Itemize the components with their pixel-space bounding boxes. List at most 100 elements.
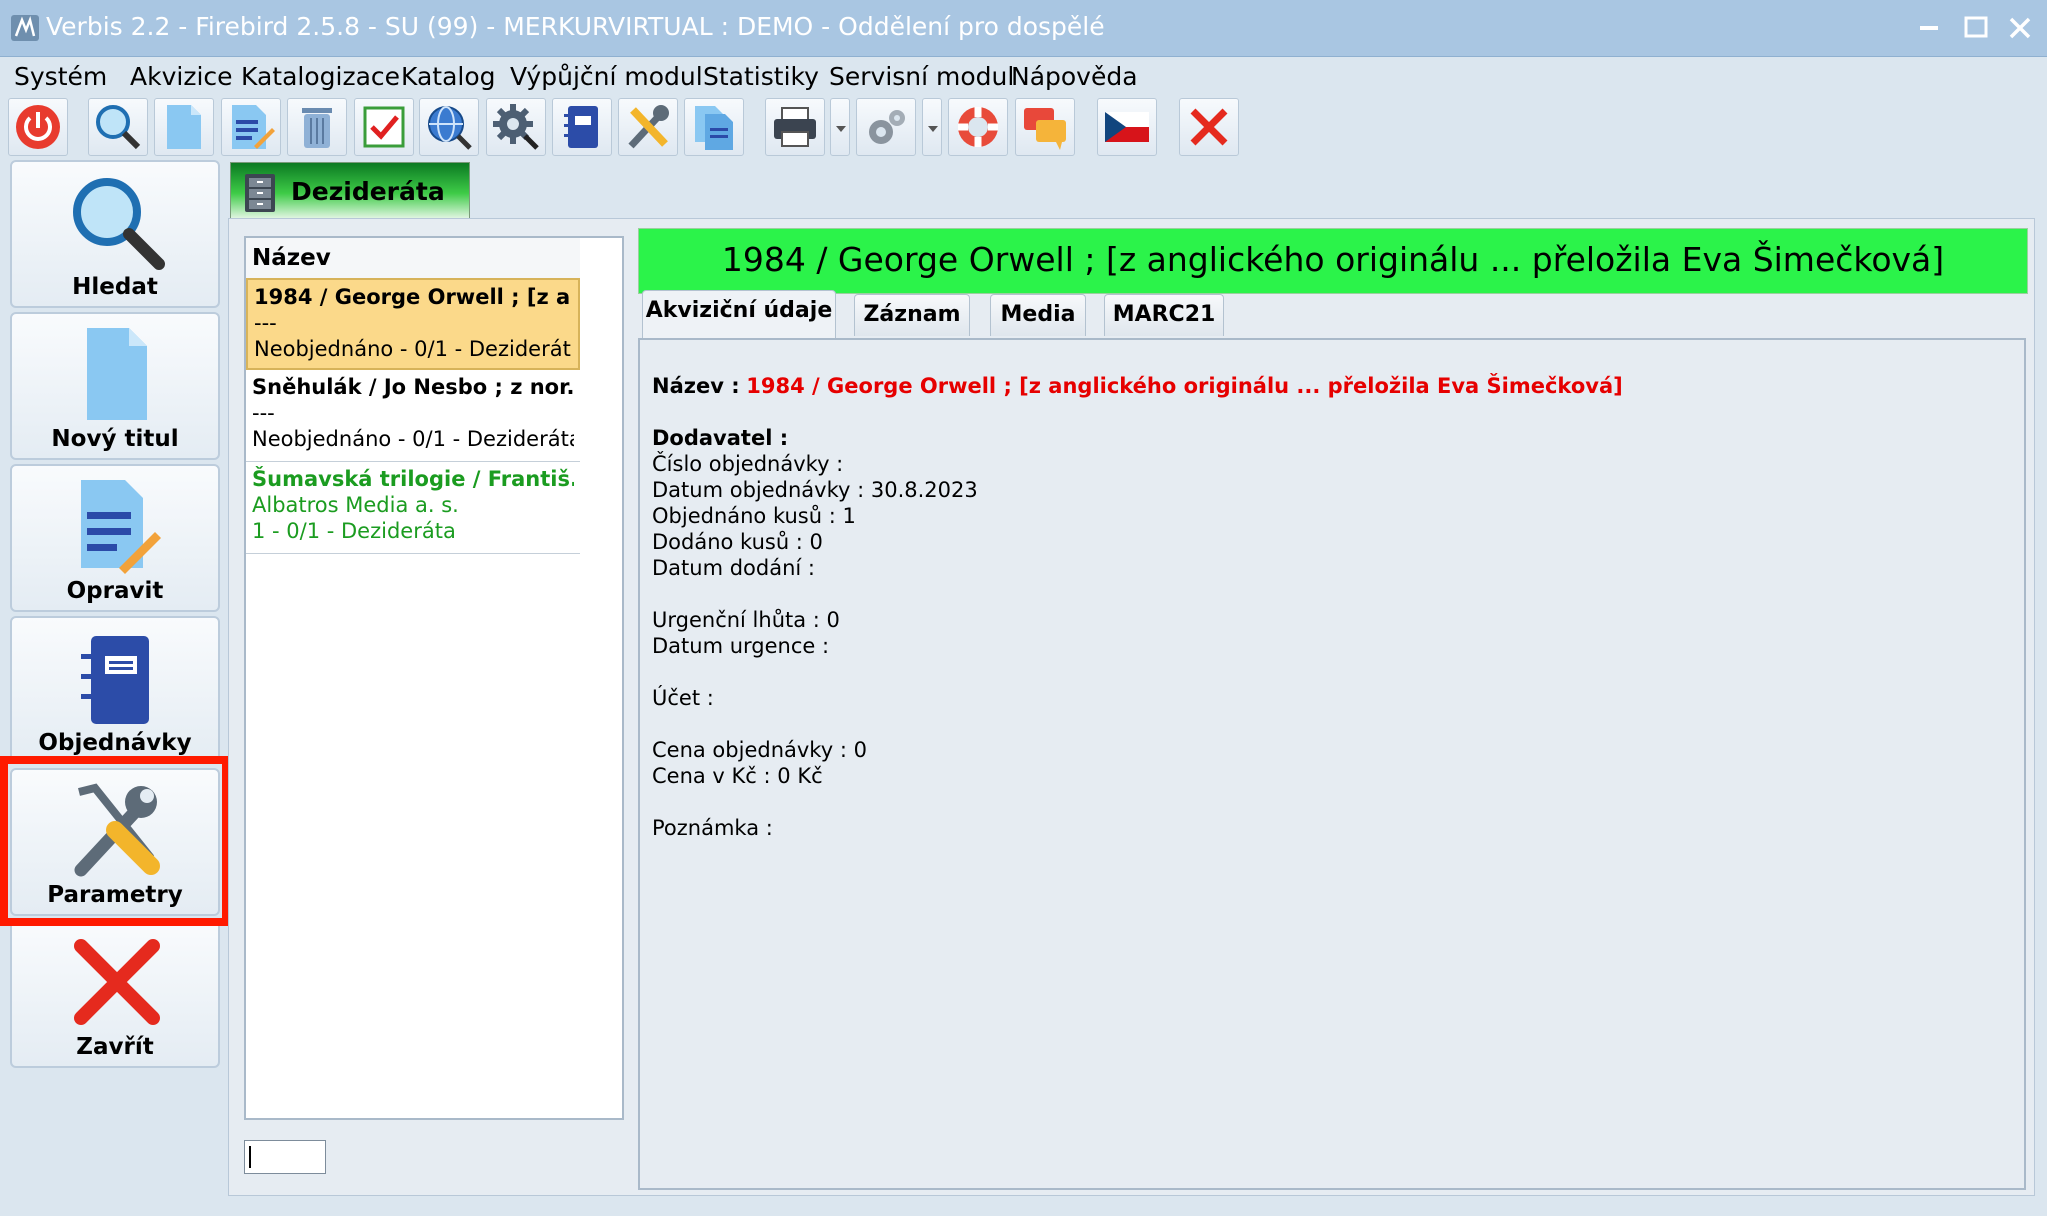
toolbar <box>0 94 2047 160</box>
chat-bubbles-icon <box>1024 108 1066 150</box>
orders-button[interactable] <box>552 98 612 156</box>
filing-cabinet-icon <box>245 174 275 212</box>
sidebar-item-label: Hledat <box>72 274 158 300</box>
check-button[interactable] <box>354 98 414 156</box>
gear-magnifier-icon <box>493 104 539 150</box>
lifebuoy-icon <box>958 107 998 147</box>
tools-icon <box>74 783 160 877</box>
menu-akvizice[interactable]: Akvizice <box>130 62 233 91</box>
record-title: 1984 / George Orwell ; [z anglického ori… <box>721 240 1945 279</box>
list-item-status: Neobjednáno - 0/1 - Dezideráta <box>254 337 572 361</box>
search-button[interactable] <box>88 98 148 156</box>
sidebar-item-label: Zavřít <box>76 1034 154 1060</box>
window-close-icon[interactable] <box>2000 8 2040 48</box>
tab-marc21[interactable]: MARC21 <box>1104 294 1224 336</box>
delete-button[interactable] <box>287 98 347 156</box>
ucet: Účet : <box>652 686 714 710</box>
documents-icon <box>695 106 733 150</box>
trash-icon <box>302 108 332 148</box>
sidebar-item-zavrit[interactable]: Zavřít <box>10 920 220 1068</box>
cislo-objednavky: Číslo objednávky : <box>652 452 844 476</box>
nazev-row: Název : 1984 / George Orwell ; [z anglic… <box>652 374 1623 398</box>
sidebar-item-novy-titul[interactable]: Nový titul <box>10 312 220 460</box>
gears-icon <box>869 110 905 144</box>
czech-flag-icon <box>1105 112 1149 142</box>
maximize-icon[interactable] <box>1956 8 1996 48</box>
print-dropdown[interactable] <box>830 98 850 156</box>
minimize-icon[interactable] <box>1910 8 1950 48</box>
help-button[interactable] <box>948 98 1008 156</box>
window-title: Verbis 2.2 - Firebird 2.5.8 - SU (99) - … <box>46 12 1105 41</box>
notebook-icon <box>81 636 149 724</box>
power-icon <box>16 105 60 149</box>
internet-search-button[interactable] <box>419 98 479 156</box>
settings-dropdown[interactable] <box>922 98 942 156</box>
sidebar-item-objednavky[interactable]: Objednávky <box>10 616 220 764</box>
menu-vypujcni-modul[interactable]: Výpůjční modul <box>510 62 703 91</box>
objednano-kusu: Objednáno kusů : 1 <box>652 504 856 528</box>
datum-dodani: Datum dodání : <box>652 556 815 580</box>
list-item-publisher: --- <box>252 401 275 425</box>
tab-media[interactable]: Media <box>990 294 1086 336</box>
new-document-icon <box>167 105 201 149</box>
list-column-header[interactable]: Název <box>246 238 580 279</box>
record-title-banner: 1984 / George Orwell ; [z anglického ori… <box>638 228 2028 294</box>
menu-katalogizace[interactable]: Katalogizace <box>241 62 400 91</box>
list-item[interactable]: Sněhulák / Jo Nesbo ; z nor... --- Neobj… <box>246 370 580 462</box>
power-button[interactable] <box>8 98 68 156</box>
quick-search-input[interactable] <box>244 1140 326 1174</box>
menu-statistiky[interactable]: Statistiky <box>703 62 819 91</box>
settings-search-button[interactable] <box>486 98 546 156</box>
checkbox-icon <box>363 106 405 148</box>
title-list[interactable]: Název 1984 / George Orwell ; [z a... ---… <box>244 236 624 1120</box>
list-item-status: 1 - 0/1 - Dezideráta <box>252 519 456 543</box>
sidebar-item-label: Opravit <box>66 578 164 604</box>
close-button[interactable] <box>1179 98 1239 156</box>
sidebar-item-label: Nový titul <box>51 426 179 452</box>
copy-documents-button[interactable] <box>684 98 744 156</box>
language-button[interactable] <box>1097 98 1157 156</box>
datum-objednavky: Datum objednávky : 30.8.2023 <box>652 478 978 502</box>
close-x-icon <box>74 939 160 1025</box>
cena-objednavky: Cena objednávky : 0 <box>652 738 867 762</box>
edit-button[interactable] <box>221 98 281 156</box>
list-item-title: Šumavská trilogie / Františ... <box>252 467 574 491</box>
urgencni-lhuta: Urgenční lhůta : 0 <box>652 608 840 632</box>
acquisition-details: Název : 1984 / George Orwell ; [z anglic… <box>638 338 2026 1190</box>
menu-napoveda[interactable]: Nápověda <box>1011 62 1138 91</box>
nazev-value: 1984 / George Orwell ; [z anglického ori… <box>746 374 1623 398</box>
tab-zaznam[interactable]: Záznam <box>854 294 970 336</box>
edit-document-icon <box>81 480 161 574</box>
settings-button[interactable] <box>856 98 916 156</box>
new-document-button[interactable] <box>154 98 214 156</box>
sidebar-item-hledat[interactable]: Hledat <box>10 160 220 308</box>
list-item[interactable]: 1984 / George Orwell ; [z a... --- Neobj… <box>246 278 580 370</box>
column-header-nazev: Název <box>252 245 331 271</box>
sidebar-item-opravit[interactable]: Opravit <box>10 464 220 612</box>
edit-document-icon <box>232 105 275 149</box>
tools-icon <box>628 105 669 149</box>
magnifier-icon <box>73 178 165 270</box>
magnifier-icon <box>96 105 141 150</box>
print-button[interactable] <box>765 98 825 156</box>
tab-label: Dezideráta <box>291 177 445 206</box>
close-x-icon <box>1190 108 1228 146</box>
app-logo-icon <box>11 15 39 41</box>
datum-urgence: Datum urgence : <box>652 634 830 658</box>
parameters-button[interactable] <box>618 98 678 156</box>
chat-button[interactable] <box>1015 98 1075 156</box>
list-item[interactable]: Šumavská trilogie / Františ... Albatros … <box>246 462 580 554</box>
menu-system[interactable]: Systém <box>14 62 107 91</box>
sidebar-item-parametry[interactable]: Parametry <box>10 768 220 916</box>
printer-icon <box>774 107 816 147</box>
tab-dezideraty[interactable]: Dezideráta <box>230 162 470 218</box>
title-bar: Verbis 2.2 - Firebird 2.5.8 - SU (99) - … <box>0 0 2047 57</box>
poznamka: Poznámka : <box>652 816 773 840</box>
tab-akvizicni-udaje[interactable]: Akviziční údaje <box>642 290 836 338</box>
sidebar-item-label: Objednávky <box>38 730 192 756</box>
menu-katalog[interactable]: Katalog <box>401 62 496 91</box>
notebook-icon <box>564 106 598 148</box>
list-item-status: Neobjednáno - 0/1 - Dezideráta <box>252 427 574 451</box>
menu-servisni-modul[interactable]: Servisní modul <box>829 62 1014 91</box>
list-item-publisher: --- <box>254 311 277 335</box>
